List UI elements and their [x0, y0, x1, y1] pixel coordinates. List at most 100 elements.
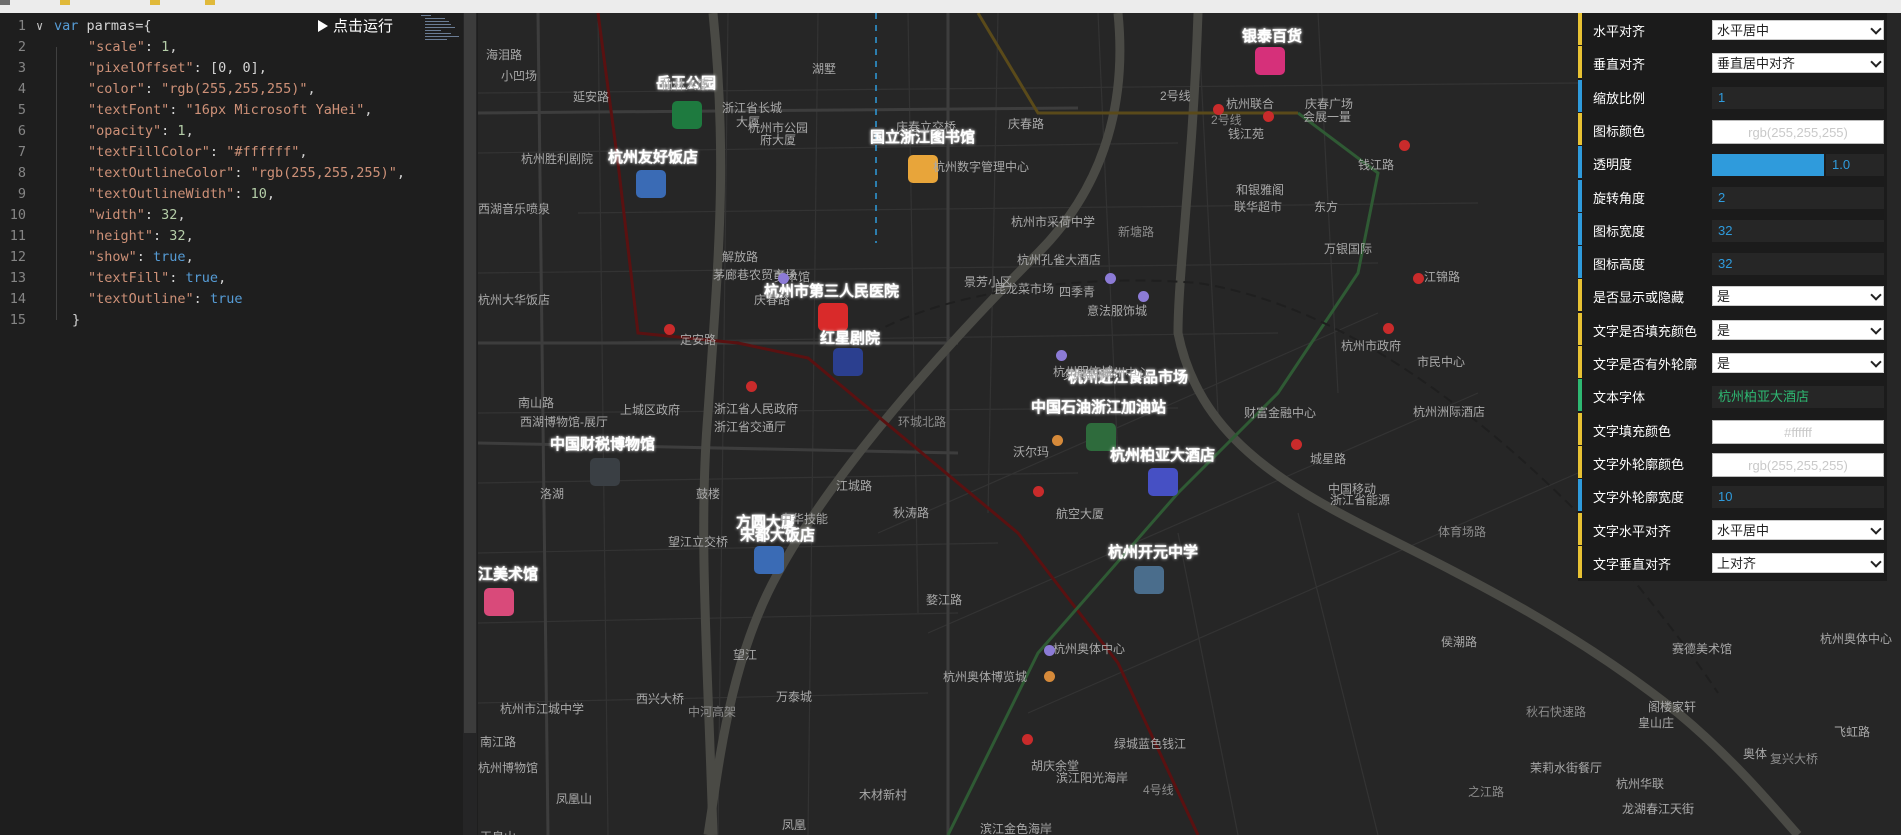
poi-label[interactable]: 浙江省人民政府 [714, 400, 798, 417]
shopping-bag-icon[interactable] [1255, 47, 1285, 75]
metro-station-icon[interactable] [1044, 671, 1055, 682]
file-tab[interactable] [60, 0, 120, 9]
poi-label[interactable]: 江城路 [836, 477, 872, 494]
marker-label[interactable]: 杭州友好饭店 [608, 146, 698, 167]
scrollbar-thumb[interactable] [464, 13, 476, 733]
metro-station-icon[interactable] [1105, 273, 1116, 284]
poi-label[interactable]: 城星路 [1310, 450, 1346, 467]
metro-station-icon[interactable] [664, 324, 675, 335]
poi-label[interactable]: 航空大厦 [1056, 505, 1104, 522]
property-select[interactable]: 是 [1712, 319, 1884, 340]
poi-label[interactable]: 财富金融中心 [1244, 404, 1316, 421]
property-select[interactable]: 水平居中 [1712, 20, 1884, 40]
poi-label[interactable]: 杭州联合 [1226, 95, 1274, 112]
poi-label[interactable]: 四季青 [1059, 283, 1095, 300]
poi-label[interactable]: 杭州博物馆 [478, 759, 538, 776]
hotel-icon[interactable] [636, 170, 666, 198]
file-tab[interactable] [205, 0, 265, 9]
poi-label[interactable]: 钱江路 [1358, 156, 1394, 173]
poi-label[interactable]: 杭州市江城中学 [500, 700, 584, 717]
poi-label[interactable]: 西兴大桥 [636, 690, 684, 707]
poi-label[interactable]: 小凹场 [501, 67, 537, 84]
property-input[interactable]: 1 [1712, 86, 1884, 109]
poi-label[interactable]: 望江 [733, 646, 757, 663]
poi-label[interactable]: 杭州中心 [1101, 364, 1149, 381]
run-button[interactable]: 点击运行 [318, 15, 393, 36]
marker-label[interactable]: 杭州开元中学 [1108, 541, 1198, 562]
poi-label[interactable]: 奥体 [1743, 745, 1767, 762]
art-museum-icon[interactable] [484, 588, 514, 616]
poi-label[interactable]: 鼓楼 [696, 485, 720, 502]
property-select[interactable]: 水平居中 [1712, 519, 1884, 540]
property-select[interactable]: 是 [1712, 286, 1884, 307]
poi-label[interactable]: 庆春路 [1008, 115, 1044, 132]
poi-label[interactable]: 浙江省交通厅 [714, 418, 786, 435]
poi-label[interactable]: 茉莉水街餐厅 [1530, 759, 1602, 776]
poi-label[interactable]: 杭州数字管理中心 [933, 158, 1029, 175]
poi-label[interactable]: 延安路 [573, 88, 609, 105]
poi-label[interactable]: 杭州奥体博览城 [943, 668, 1027, 685]
file-tab[interactable] [150, 0, 210, 9]
metro-station-icon[interactable] [1383, 323, 1394, 334]
poi-label[interactable]: 仙林大厦 [661, 76, 709, 93]
poi-label[interactable]: 阁楼家轩 [1648, 698, 1696, 715]
property-input[interactable]: 2 [1712, 186, 1884, 209]
metro-station-icon[interactable] [1056, 350, 1067, 361]
poi-label[interactable]: 昆龙菜市场 [994, 280, 1054, 297]
poi-label[interactable]: 龙湖春江天街 [1622, 800, 1694, 817]
poi-label[interactable]: 中华技能 [780, 510, 828, 527]
property-input[interactable]: 32 [1712, 253, 1884, 276]
poi-label[interactable]: 杭州奥体中心 [1053, 640, 1125, 657]
poi-label[interactable]: 木材新村 [859, 786, 907, 803]
poi-label[interactable]: 上城区政府 [620, 401, 680, 418]
poi-label[interactable]: 皇山庄 [1638, 714, 1674, 731]
poi-label[interactable]: 府大厦 [760, 131, 796, 148]
poi-label[interactable]: 杭州奥体中心 [1820, 630, 1892, 647]
poi-label[interactable]: 婺江路 [926, 591, 962, 608]
property-input[interactable]: 杭州柏亚大酒店 [1712, 386, 1884, 409]
metro-station-icon[interactable] [1213, 104, 1224, 115]
poi-label[interactable]: 市民中心 [1417, 353, 1465, 370]
marker-label[interactable]: 中国石油浙江加油站 [1031, 396, 1166, 417]
poi-label[interactable]: 滨江阳光海岸 [1056, 769, 1128, 786]
metro-station-icon[interactable] [778, 273, 789, 284]
poi-label[interactable]: 庆春立交桥 [896, 118, 956, 135]
code-minimap[interactable] [421, 13, 461, 43]
metro-station-icon[interactable] [1022, 734, 1033, 745]
poi-label[interactable]: 洛湖 [540, 485, 564, 502]
poi-label[interactable]: 凤凰 [782, 816, 806, 833]
color-picker[interactable]: rgb(255,255,255) [1712, 119, 1884, 144]
hotel-icon[interactable] [754, 546, 784, 574]
color-picker[interactable]: #ffffff [1712, 419, 1884, 444]
poi-label[interactable]: 玉皇山 [480, 828, 516, 835]
property-input[interactable]: 10 [1712, 486, 1884, 509]
poi-label[interactable]: 会展一量 [1303, 108, 1351, 125]
metro-station-icon[interactable] [1263, 111, 1274, 122]
poi-label[interactable]: 浙江省能源 [1330, 491, 1390, 508]
school-icon[interactable] [1134, 566, 1164, 594]
poi-label[interactable]: 杭州洲际酒店 [1413, 403, 1485, 420]
property-select[interactable]: 是 [1712, 353, 1884, 373]
poi-label[interactable]: 万泰城 [776, 688, 812, 705]
property-select[interactable]: 上对齐 [1712, 552, 1884, 573]
poi-label[interactable]: 杭州孔雀大酒店 [1017, 251, 1101, 268]
file-tab[interactable] [0, 0, 60, 9]
poi-label[interactable]: 侯潮路 [1441, 633, 1477, 650]
poi-label[interactable]: 湖墅 [812, 60, 836, 77]
metro-station-icon[interactable] [1033, 486, 1044, 497]
poi-label[interactable]: 联华超市 [1234, 198, 1282, 215]
poi-label[interactable]: 解放路 [722, 248, 758, 265]
metro-station-icon[interactable] [1052, 435, 1063, 446]
poi-label[interactable]: 江锦路 [1424, 268, 1460, 285]
opacity-value[interactable]: 1.0 [1826, 154, 1884, 177]
poi-label[interactable]: 庆春路 [754, 291, 790, 308]
poi-label[interactable]: 绿城蓝色钱江 [1114, 735, 1186, 752]
marker-label[interactable]: 红星剧院 [820, 327, 880, 348]
poi-label[interactable]: 意法服饰城 [1087, 302, 1147, 319]
opacity-slider[interactable] [1712, 154, 1824, 177]
marker-label[interactable]: 杭州柏亚大酒店 [1110, 444, 1215, 465]
poi-label[interactable]: 飞虹路 [1834, 723, 1870, 740]
poi-label[interactable]: 南山路 [518, 394, 554, 411]
code-editor[interactable]: 1 ∨ var parmas={2 "scale": 1, 3 "pixelOffset"… [0, 13, 413, 835]
fold-chevron-icon[interactable]: ∨ [36, 16, 43, 37]
